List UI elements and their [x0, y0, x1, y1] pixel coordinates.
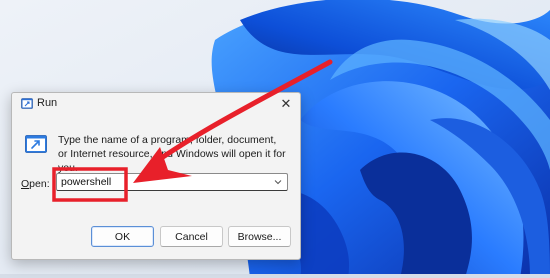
run-program-icon [25, 135, 47, 153]
open-combobox[interactable] [56, 173, 288, 191]
taskbar [0, 274, 550, 278]
button-row: OK Cancel Browse... [12, 226, 300, 250]
run-icon [21, 98, 33, 109]
cancel-button[interactable]: Cancel [160, 226, 223, 247]
close-icon: ✕ [280, 96, 292, 111]
chevron-down-icon[interactable] [273, 177, 283, 187]
title-bar[interactable]: Run ✕ [12, 93, 300, 115]
open-input[interactable] [61, 175, 261, 189]
open-label-rest: pen: [29, 178, 50, 190]
dialog-title: Run [37, 97, 58, 109]
run-dialog: Run ✕ Type the name of a program, folder… [11, 92, 301, 260]
open-label-accel: O [21, 178, 30, 190]
close-button[interactable]: ✕ [276, 94, 296, 114]
ok-button[interactable]: OK [91, 226, 154, 247]
open-label: Open: [21, 178, 50, 190]
browse-button[interactable]: Browse... [228, 226, 291, 247]
dialog-description: Type the name of a program, folder, docu… [58, 134, 286, 174]
